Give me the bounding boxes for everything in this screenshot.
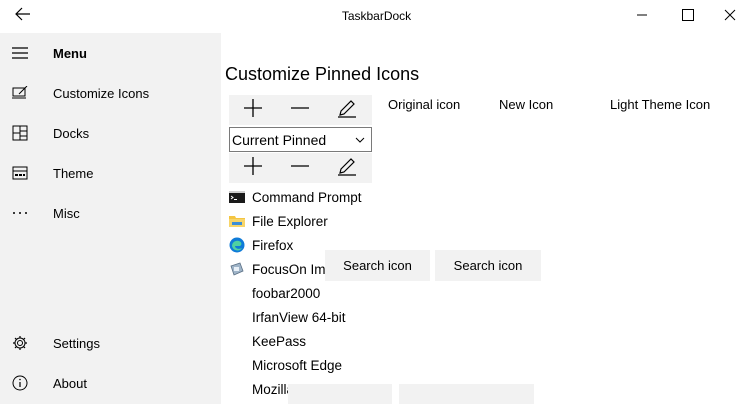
list-item-label: KeePass (252, 333, 307, 349)
minus-icon (290, 156, 310, 181)
sidebar-item-customize-icons[interactable]: Customize Icons (0, 73, 221, 113)
folder-icon (229, 213, 245, 229)
column-header-new: New Icon (499, 97, 554, 112)
minimize-icon (636, 8, 648, 26)
list-item-label: IrfanView 64-bit (252, 309, 346, 325)
page-title: Customize Pinned Icons (225, 64, 420, 84)
top-toolbar (229, 95, 372, 125)
cmd-icon (229, 189, 245, 205)
add-item-button[interactable] (229, 153, 276, 183)
sidebar-item-docks[interactable]: Docks (0, 113, 221, 153)
column-header-original: Original icon (388, 97, 461, 112)
sidebar-item-label: Misc (53, 205, 80, 221)
list-item[interactable]: Command Prompt (229, 185, 389, 209)
column-header-light-theme: Light Theme Icon (610, 97, 711, 112)
list-item[interactable]: IrfanView 64-bit (229, 305, 389, 329)
list-item[interactable]: Microsoft Edge (229, 353, 389, 377)
add-button[interactable] (229, 95, 276, 125)
close-icon (724, 8, 736, 26)
info-icon (0, 363, 40, 403)
sidebar-item-misc[interactable]: Misc (0, 193, 221, 233)
bottom-button[interactable] (399, 384, 534, 404)
minimize-button[interactable] (619, 0, 665, 33)
chevron-down-icon (352, 132, 368, 148)
remove-button[interactable] (276, 95, 323, 125)
customize-icon (0, 73, 40, 113)
sidebar-menu-toggle[interactable]: Menu (0, 33, 221, 73)
theme-icon (0, 153, 40, 193)
close-button[interactable] (707, 0, 753, 33)
remove-item-button[interactable] (276, 153, 323, 183)
list-item-label: FocusOn Im (252, 261, 326, 277)
sidebar-item-label: Settings (53, 335, 100, 351)
hamburger-icon (0, 33, 40, 73)
list-item[interactable]: File Explorer (229, 209, 389, 233)
minus-icon (290, 98, 310, 123)
focuson-icon (229, 261, 245, 277)
search-new-icon-button[interactable]: Search icon (325, 250, 430, 281)
edit-item-button[interactable] (323, 153, 370, 183)
sidebar-item-label: Theme (53, 165, 94, 181)
maximize-icon (682, 8, 694, 26)
list-item-label: File Explorer (252, 213, 328, 229)
main-content: Customize Pinned Icons Current Pinned Or… (221, 33, 753, 404)
pencil-icon (337, 98, 357, 123)
maximize-button[interactable] (665, 0, 711, 33)
sidebar-item-label: Customize Icons (53, 85, 150, 101)
back-button[interactable] (0, 0, 46, 33)
sidebar-item-label: About (53, 375, 87, 391)
list-item[interactable]: foobar2000 (229, 281, 389, 305)
list-item[interactable]: KeePass (229, 329, 389, 353)
list-toolbar (229, 153, 372, 183)
sidebar-item-label: Docks (53, 125, 90, 141)
gear-icon (0, 323, 40, 363)
list-item-label: Command Prompt (252, 189, 362, 205)
plus-icon (243, 156, 263, 181)
bottom-button[interactable] (288, 384, 392, 404)
list-item-label: Microsoft Edge (252, 357, 343, 373)
edge-icon (229, 237, 245, 253)
sidebar-item-label: Menu (53, 45, 87, 61)
title-bar: TaskbarDock (0, 0, 753, 33)
docks-icon (0, 113, 40, 153)
select-value: Current Pinned (232, 131, 327, 148)
pinned-source-select[interactable]: Current Pinned (229, 127, 372, 152)
list-item-label: Firefox (252, 237, 294, 253)
pencil-icon (337, 156, 357, 181)
sidebar-item-theme[interactable]: Theme (0, 153, 221, 193)
more-icon (0, 193, 40, 233)
sidebar-item-about[interactable]: About (0, 363, 221, 403)
plus-icon (243, 98, 263, 123)
sidebar-item-settings[interactable]: Settings (0, 323, 221, 363)
edit-button[interactable] (323, 95, 370, 125)
pinned-items-list: Command Prompt File Explorer Firefox Foc… (229, 185, 389, 401)
sidebar: Menu Customize Icons Docks Theme Misc Se… (0, 33, 221, 404)
list-item-label: foobar2000 (252, 285, 321, 301)
back-arrow-icon (15, 7, 31, 26)
search-light-icon-button[interactable]: Search icon (435, 250, 541, 281)
